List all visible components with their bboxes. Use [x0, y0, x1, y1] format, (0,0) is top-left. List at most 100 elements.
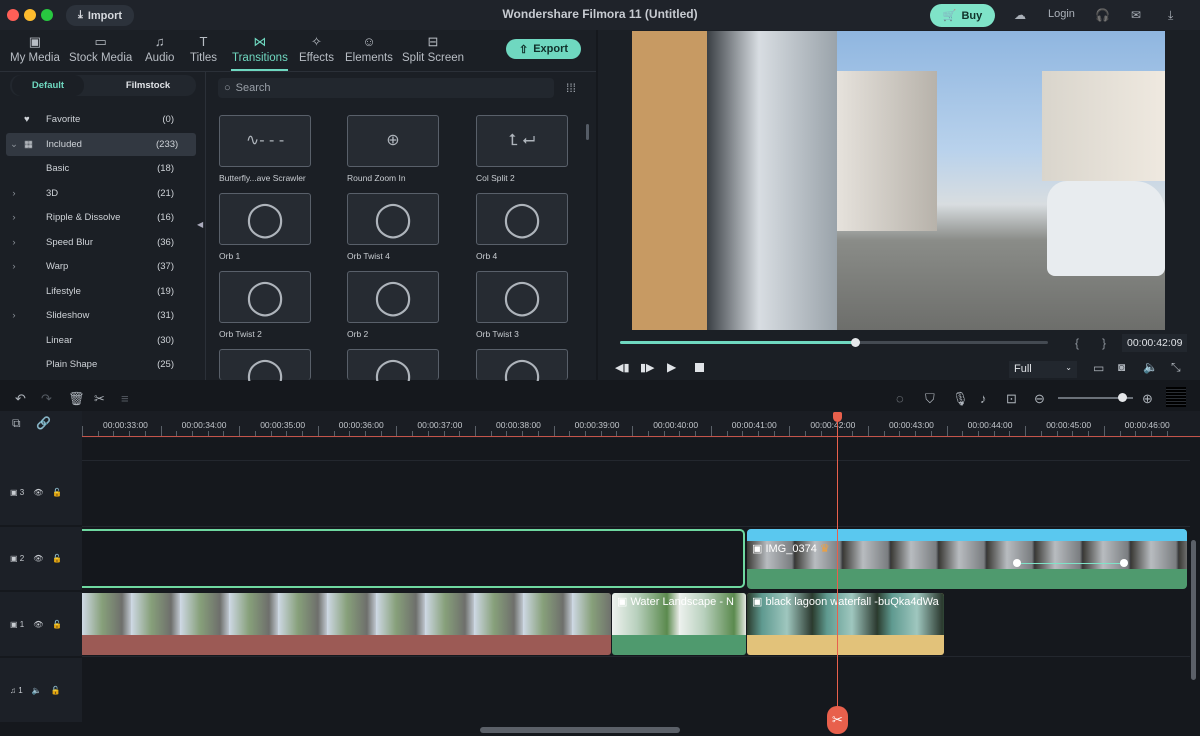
- sidebar-item[interactable]: › Slideshow (31): [6, 304, 196, 327]
- stop-button[interactable]: [695, 363, 704, 372]
- chevron-icon[interactable]: ⌄: [6, 139, 22, 150]
- transition-thumbnail[interactable]: ⊕: [347, 115, 439, 167]
- download-icon[interactable]: ⤓: [1168, 8, 1173, 23]
- tab-stock-media[interactable]: ▭ Stock Media: [69, 34, 132, 64]
- snapshot-camera-icon[interactable]: ◙: [1118, 360, 1125, 374]
- tab-split-screen[interactable]: ⊟ Split Screen: [402, 34, 464, 64]
- add-track-icon[interactable]: ⧉: [12, 416, 21, 431]
- lock-icon[interactable]: 🔓: [52, 488, 62, 497]
- sidebar-item[interactable]: ⌄ ▦ Included (233): [6, 132, 196, 156]
- mark-out-button[interactable]: }: [1102, 336, 1106, 350]
- transition-thumbnail[interactable]: ∿- - -: [219, 115, 311, 167]
- split-scissors-button[interactable]: ✂: [827, 706, 848, 734]
- buy-button[interactable]: 🛒 Buy: [930, 4, 995, 27]
- chevron-icon[interactable]: ›: [6, 188, 22, 199]
- search-input[interactable]: ○ Search: [218, 78, 554, 98]
- clip-thumbnails: [82, 593, 611, 635]
- play-button[interactable]: ▶: [667, 360, 676, 374]
- sidebar-item[interactable]: › 3D (21): [6, 182, 196, 205]
- collapse-sidebar-icon[interactable]: ◀: [197, 220, 203, 229]
- zoom-in-icon[interactable]: ⊕: [1142, 391, 1153, 407]
- transition-thumbnail[interactable]: ◯: [476, 271, 568, 323]
- link-icon[interactable]: 🔗: [36, 416, 51, 430]
- cloud-icon[interactable]: ☁: [1014, 8, 1026, 22]
- lock-icon[interactable]: 🔓: [52, 620, 62, 629]
- transition-thumbnail[interactable]: ◯: [219, 271, 311, 323]
- playhead-handle[interactable]: [833, 412, 842, 422]
- zoom-out-icon[interactable]: ⊖: [1034, 391, 1045, 407]
- export-button[interactable]: ⇧ Export: [506, 39, 581, 59]
- fullscreen-icon[interactable]: ⤡: [1171, 360, 1181, 375]
- audio-mixer-icon[interactable]: ♪: [980, 391, 987, 406]
- sidebar-item[interactable]: Lifestyle (19): [6, 280, 196, 303]
- eye-icon[interactable]: 👁: [33, 620, 43, 629]
- volume-icon[interactable]: 🔈: [1143, 360, 1158, 374]
- marker-icon[interactable]: ⛉: [925, 391, 935, 407]
- eye-icon[interactable]: 👁: [33, 488, 43, 497]
- tab-effects[interactable]: ✧ Effects: [299, 34, 334, 64]
- ruler-tick: [1072, 431, 1074, 436]
- quality-select[interactable]: Full ⌄: [1009, 361, 1077, 378]
- scissors-icon[interactable]: ✂: [94, 391, 105, 407]
- tab-my-media[interactable]: ▣ My Media: [10, 34, 60, 64]
- lock-icon[interactable]: 🔓: [52, 554, 62, 563]
- transition-thumbnail[interactable]: ◯: [219, 349, 311, 394]
- transition-thumbnail[interactable]: ◯: [347, 193, 439, 245]
- zoom-slider-handle[interactable]: [1117, 393, 1127, 402]
- previous-frame-button[interactable]: ◀▮: [615, 361, 630, 374]
- transition-thumbnail[interactable]: ◯: [476, 349, 568, 394]
- category-count: (16): [157, 212, 174, 223]
- grid-view-icon[interactable]: ⁞⁞⁞: [566, 81, 576, 95]
- vertical-scrollbar[interactable]: [1191, 540, 1196, 680]
- sidebar-item[interactable]: › Ripple & Dissolve (16): [6, 206, 196, 229]
- transition-thumbnail[interactable]: ◯: [347, 271, 439, 323]
- chevron-icon[interactable]: ›: [6, 310, 22, 321]
- login-link[interactable]: Login: [1048, 8, 1075, 20]
- headset-icon[interactable]: 🎧: [1095, 8, 1110, 22]
- clip-street[interactable]: [82, 593, 611, 655]
- tab-titles[interactable]: T Titles: [190, 34, 217, 64]
- sidebar-item[interactable]: Linear (30): [6, 329, 196, 352]
- eye-icon[interactable]: 👁: [33, 554, 43, 563]
- tab-elements[interactable]: ☺ Elements: [345, 34, 393, 64]
- mail-icon[interactable]: ✉: [1131, 8, 1141, 22]
- audio-track-icon: ♫ 1: [10, 685, 23, 695]
- undo-icon[interactable]: ↶: [15, 391, 26, 407]
- next-frame-button[interactable]: ▮▶: [640, 361, 655, 374]
- horizontal-scrollbar[interactable]: [480, 727, 680, 733]
- clip-img-0374[interactable]: ▣ IMG_0374 ♛: [747, 529, 1187, 589]
- filmstock-toggle[interactable]: Filmstock: [102, 75, 194, 96]
- render-preview-icon[interactable]: ◌: [896, 391, 904, 406]
- delete-icon[interactable]: 🗑: [68, 391, 85, 407]
- lock-icon[interactable]: 🔓: [51, 686, 61, 695]
- sidebar-item[interactable]: Plain Shape (25): [6, 353, 196, 376]
- monitor-icon[interactable]: ▭: [1093, 361, 1104, 375]
- keyframe[interactable]: [1120, 559, 1128, 567]
- fit-timeline-icon[interactable]: ⊡: [1006, 391, 1017, 407]
- microphone-icon[interactable]: 🎙: [952, 391, 969, 407]
- tab-audio[interactable]: ♫ Audio: [145, 34, 174, 64]
- speaker-icon[interactable]: 🔈: [32, 686, 42, 695]
- chevron-icon[interactable]: ›: [6, 261, 22, 272]
- sidebar-item[interactable]: Basic (18): [6, 157, 196, 180]
- time-ruler[interactable]: [82, 411, 1200, 438]
- transition-thumbnail[interactable]: ◯: [347, 349, 439, 394]
- default-toggle[interactable]: Default: [12, 75, 84, 96]
- transition-thumbnail[interactable]: ◯: [219, 193, 311, 245]
- chevron-icon[interactable]: ›: [6, 237, 22, 248]
- transition-thumbnail[interactable]: ⮤ ⮠: [476, 115, 568, 167]
- grid-scrollbar[interactable]: [586, 124, 589, 140]
- sidebar-item[interactable]: › Speed Blur (36): [6, 231, 196, 254]
- keyframe[interactable]: [1013, 559, 1021, 567]
- clip-water-landscape[interactable]: ▣ Water Landscape - N: [612, 593, 746, 655]
- adjust-icon[interactable]: ≡: [121, 391, 129, 406]
- sidebar-item[interactable]: › Warp (37): [6, 255, 196, 278]
- chevron-icon[interactable]: ›: [6, 212, 22, 223]
- mark-in-button[interactable]: {: [1075, 336, 1079, 350]
- sidebar-item[interactable]: ♥ Favorite (0): [6, 108, 196, 131]
- tab-transitions[interactable]: ⋈ Transitions: [232, 34, 288, 64]
- selected-empty-clip[interactable]: [82, 529, 745, 588]
- clip-black-lagoon[interactable]: ▣ black lagoon waterfall -buQka4dWa: [747, 593, 944, 655]
- redo-icon[interactable]: ↷: [41, 391, 52, 407]
- transition-thumbnail[interactable]: ◯: [476, 193, 568, 245]
